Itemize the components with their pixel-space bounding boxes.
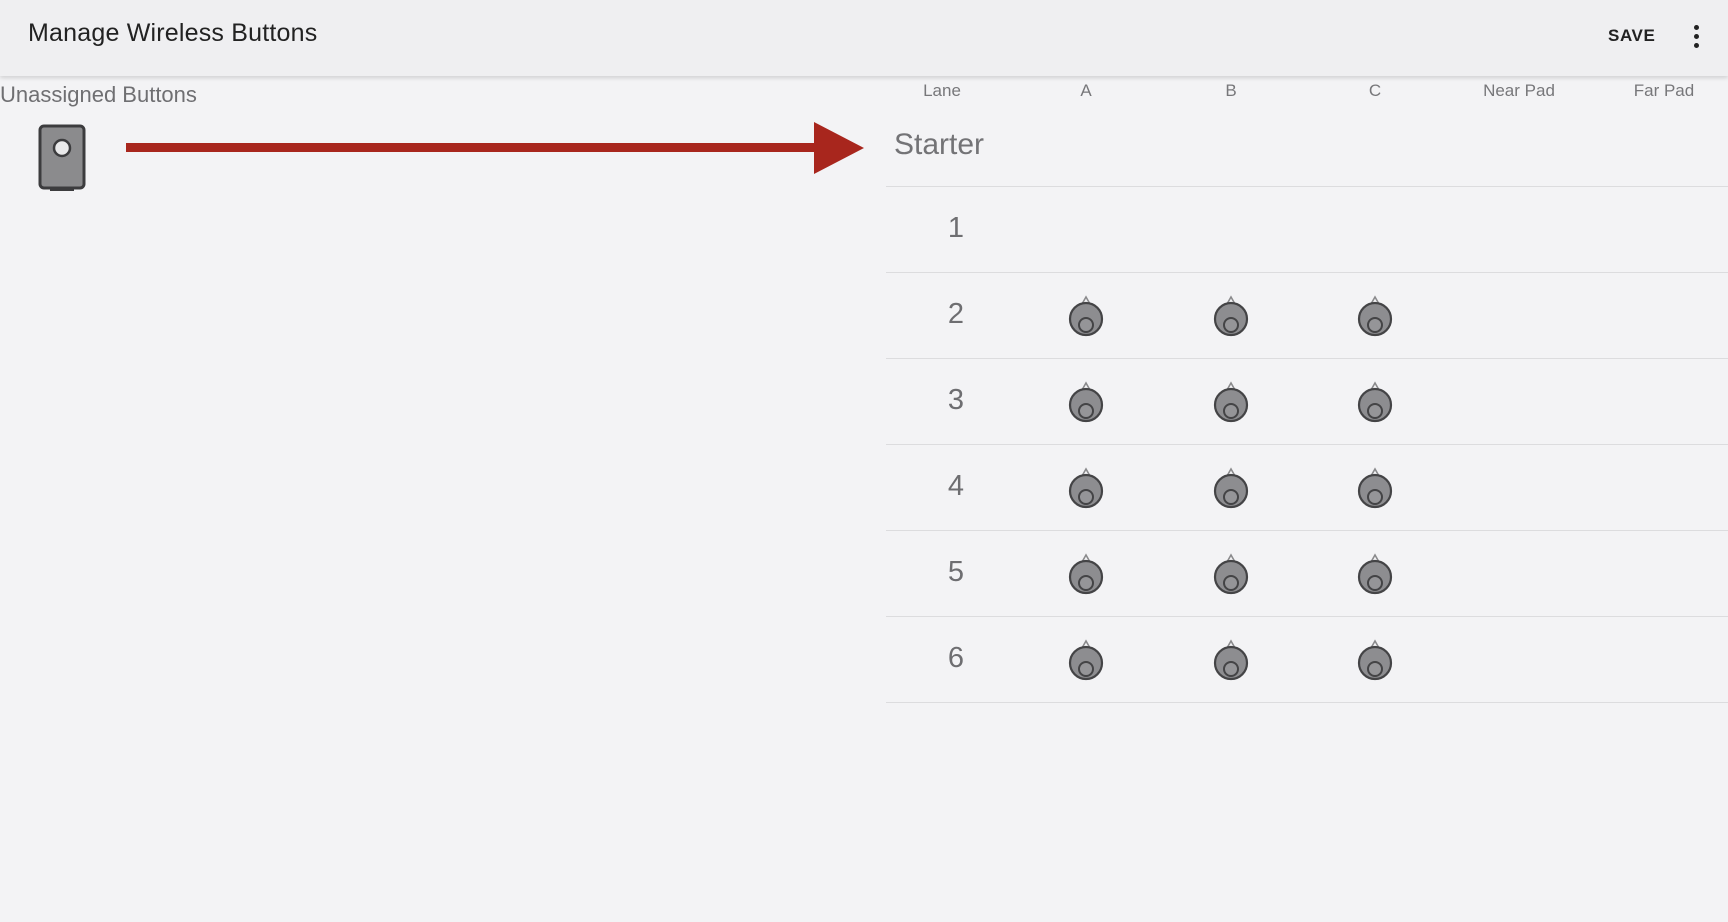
wireless-button-icon[interactable] — [1213, 553, 1249, 595]
lane-number: 4 — [947, 470, 965, 502]
lane-row[interactable]: 1 — [886, 187, 1728, 273]
wireless-button-icon[interactable] — [1357, 553, 1393, 595]
wireless-button-icon[interactable] — [1357, 295, 1393, 337]
lane-row[interactable]: 6 — [886, 617, 1728, 703]
more-vert-icon[interactable] — [1684, 18, 1710, 54]
wireless-button-icon[interactable] — [1357, 381, 1393, 423]
app-bar: Manage Wireless Buttons SAVE — [0, 0, 1728, 76]
starter-label: Starter — [894, 128, 985, 161]
lane-number: 2 — [947, 298, 965, 330]
page-title: Manage Wireless Buttons — [28, 19, 318, 47]
lane-number: 1 — [947, 212, 965, 244]
wireless-button-icon[interactable] — [1068, 639, 1104, 681]
unassigned-buttons-heading: Unassigned Buttons — [0, 82, 197, 107]
starter-row[interactable]: Starter — [886, 76, 1728, 187]
save-button[interactable]: SAVE — [1600, 22, 1663, 50]
lane-assignment-table: Lane A B C Near Pad Far Pad Starter 1234… — [886, 76, 1728, 703]
wireless-button-icon[interactable] — [1213, 381, 1249, 423]
lane-row[interactable]: 5 — [886, 531, 1728, 617]
wireless-button-icon[interactable] — [1357, 467, 1393, 509]
wireless-button-icon[interactable] — [1068, 553, 1104, 595]
lane-row[interactable]: 4 — [886, 445, 1728, 531]
wireless-button-device-icon[interactable] — [38, 124, 88, 192]
lane-row[interactable]: 3 — [886, 359, 1728, 445]
wireless-button-icon[interactable] — [1213, 639, 1249, 681]
wireless-button-icon[interactable] — [1213, 295, 1249, 337]
wireless-button-icon[interactable] — [1213, 467, 1249, 509]
wireless-button-icon[interactable] — [1068, 467, 1104, 509]
lane-number: 6 — [947, 642, 965, 674]
arrow-right-icon — [126, 122, 864, 174]
wireless-button-icon[interactable] — [1357, 639, 1393, 681]
wireless-button-icon[interactable] — [1068, 295, 1104, 337]
lane-number: 3 — [947, 384, 965, 416]
lane-row[interactable]: 2 — [886, 273, 1728, 359]
wireless-button-icon[interactable] — [1068, 381, 1104, 423]
lane-number: 5 — [947, 556, 965, 588]
